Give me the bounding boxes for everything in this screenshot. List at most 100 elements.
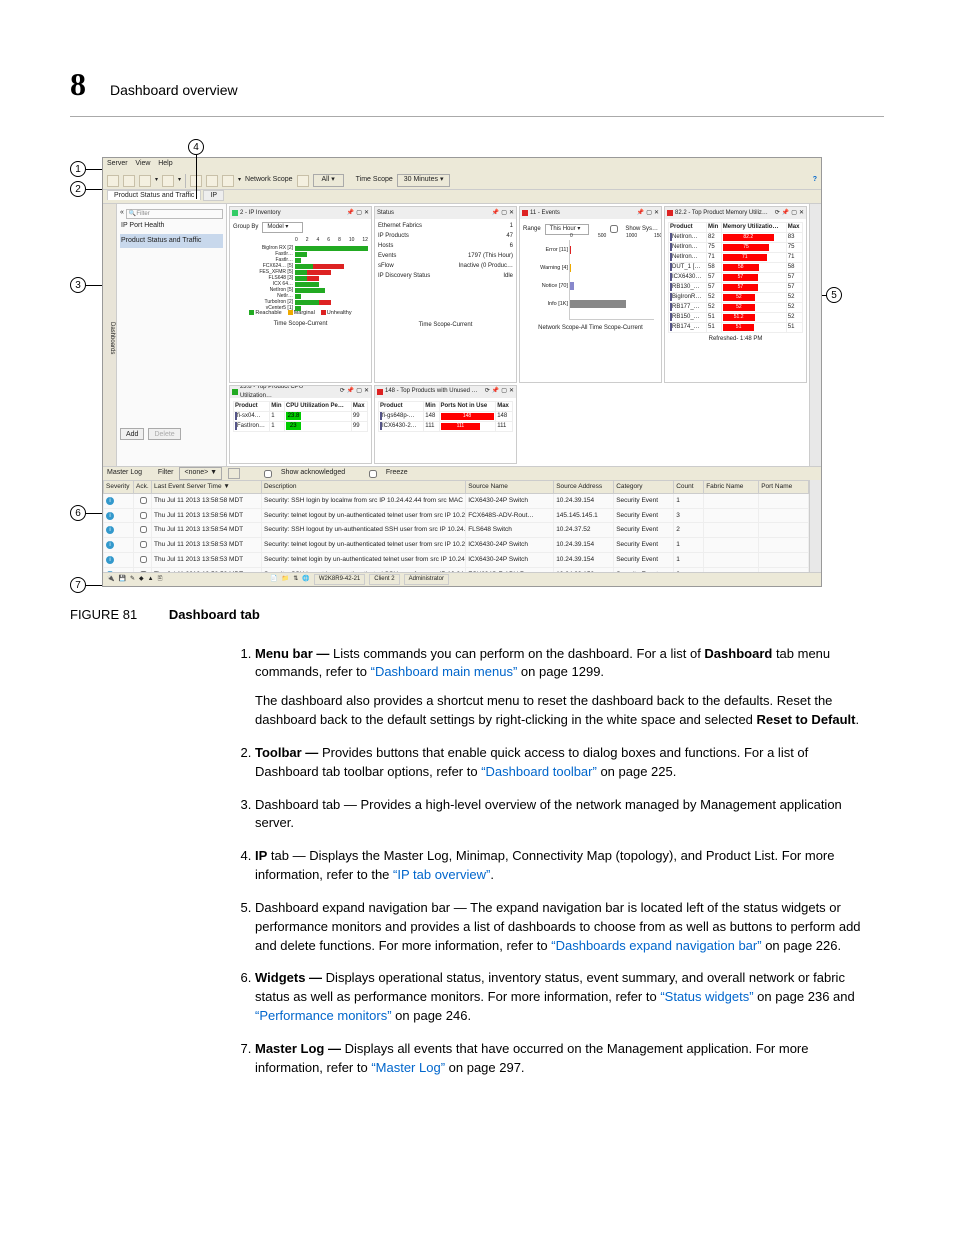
log-vertical-scrollbar[interactable]: [809, 480, 821, 587]
figure-title: Dashboard tab: [169, 607, 260, 622]
widget-max-icon[interactable]: ▢: [791, 209, 797, 218]
widget-max-icon[interactable]: ▢: [646, 209, 652, 218]
widget-pin-icon[interactable]: 📌: [782, 209, 789, 218]
groupby-select[interactable]: Model ▾: [262, 222, 303, 233]
status-icon-7[interactable]: 📄: [270, 575, 277, 584]
log-row[interactable]: iThu Jul 11 2013 13:58:54 MDTSecurity: S…: [104, 523, 809, 538]
link-dashboard-main-menus[interactable]: “Dashboard main menus”: [371, 664, 518, 679]
widget-cpu: 23.8 - Top Product CPU Utilization…⟳📌▢✕ …: [229, 385, 372, 464]
log-row[interactable]: iThu Jul 11 2013 13:58:56 MDTSecurity: t…: [104, 508, 809, 523]
master-log-table: SeverityAck.Last Event Server Time ▼Desc…: [103, 480, 809, 587]
status-icon-8[interactable]: 📁: [282, 575, 289, 584]
widget-close-icon[interactable]: ✕: [654, 209, 659, 218]
freeze-checkbox[interactable]: [369, 470, 377, 478]
time-scope-value[interactable]: 30 Minutes ▾: [397, 174, 451, 187]
figure-label: FIGURE 81: [70, 607, 137, 622]
status-server: W2K8R9-42-21: [314, 574, 365, 585]
log-row[interactable]: iThu Jul 11 2013 13:58:53 MDTSecurity: t…: [104, 552, 809, 567]
time-scope-label: Time Scope: [356, 175, 393, 186]
callout-7: 7: [70, 577, 86, 593]
nav-item[interactable]: IP Port Health: [120, 219, 223, 234]
show-ack-checkbox[interactable]: [264, 470, 272, 478]
status-user: Administrator: [404, 574, 449, 585]
status-icon-10[interactable]: 🌐: [302, 575, 309, 584]
show-sys-checkbox[interactable]: [610, 225, 618, 233]
status-client: Client 2: [369, 574, 399, 585]
chapter-title: Dashboard overview: [110, 80, 238, 101]
network-scope-value[interactable]: All ▾: [313, 174, 344, 187]
toolbar: ▾ ▾ ▾ Network Scope All ▾ Time Scope 30 …: [103, 172, 821, 190]
screenshot-figure: 1 2 3 4 5 6 7 Server View Help ▾ ▾: [70, 157, 884, 587]
link-status-widgets[interactable]: “Status widgets”: [660, 989, 753, 1004]
status-icon-6[interactable]: 🖹: [158, 575, 163, 584]
toolbar-icon-print[interactable]: [162, 175, 174, 187]
widget-pin-icon[interactable]: 📌: [492, 209, 499, 218]
master-log-header: Master Log Filter <none> ▼ Show acknowle…: [103, 466, 821, 480]
callout-4: 4: [188, 139, 204, 155]
widget-pin-icon[interactable]: 📌: [347, 209, 354, 218]
status-icon-4[interactable]: ◆: [139, 575, 144, 584]
log-filter-config-button[interactable]: [228, 468, 240, 479]
link-performance-monitors[interactable]: “Performance monitors”: [255, 1008, 392, 1023]
nav-search-input[interactable]: 🔍 Filter: [126, 209, 223, 219]
widget-color-icon: [522, 210, 528, 216]
status-icon-2[interactable]: 💾: [118, 575, 125, 584]
tab-dashboard[interactable]: Product Status and Traffic: [107, 190, 201, 200]
widget-color-icon: [232, 210, 238, 216]
link-dashboard-toolbar[interactable]: “Dashboard toolbar”: [481, 764, 597, 779]
status-icon-9[interactable]: ⇅: [293, 575, 298, 584]
page-header: 8 Dashboard overview: [70, 60, 884, 117]
widget-max-icon[interactable]: ▢: [356, 209, 362, 218]
desc-item-1: Menu bar — Lists commands you can perfor…: [255, 645, 874, 730]
menu-server[interactable]: Server: [107, 160, 128, 167]
widget-close-icon[interactable]: ✕: [364, 209, 369, 218]
toolbar-icon-2[interactable]: [123, 175, 135, 187]
log-row[interactable]: iThu Jul 11 2013 13:58:58 MDTSecurity: S…: [104, 493, 809, 508]
status-icon-3[interactable]: ✎: [130, 575, 135, 584]
sidebar-label[interactable]: Dashboards: [103, 204, 117, 466]
figure-caption: FIGURE 81 Dashboard tab: [70, 605, 884, 625]
widget-refresh-icon[interactable]: ⟳: [775, 209, 780, 218]
menu-help[interactable]: Help: [158, 160, 172, 167]
menu-bar[interactable]: Server View Help: [103, 158, 821, 172]
log-filter-select[interactable]: <none> ▼: [179, 467, 222, 480]
log-row[interactable]: iThu Jul 11 2013 13:58:53 MDTSecurity: t…: [104, 538, 809, 553]
menu-view[interactable]: View: [135, 160, 150, 167]
nav-delete-button[interactable]: Delete: [148, 428, 180, 440]
network-scope-label: Network Scope: [245, 175, 292, 186]
toolbar-icon-refresh[interactable]: [139, 175, 151, 187]
widget-close-icon[interactable]: ✕: [799, 209, 804, 218]
widgets-area: 2 - IP Inventory📌▢✕ Group By Model ▾ 024…: [227, 204, 809, 466]
link-master-log[interactable]: “Master Log”: [371, 1060, 445, 1075]
widget-max-icon[interactable]: ▢: [501, 209, 507, 218]
desc-item-5: Dashboard expand navigation bar — The ex…: [255, 899, 874, 956]
events-range-select[interactable]: This Hour ▾: [545, 224, 590, 235]
help-icon[interactable]: ?: [813, 175, 817, 186]
dashboard-nav: « 🔍 Filter IP Port HealthProduct Status …: [117, 204, 227, 466]
nav-collapse-icon[interactable]: «: [120, 208, 124, 219]
dashboard-body: Dashboards « 🔍 Filter IP Port HealthProd…: [103, 204, 821, 466]
toolbar-icon-1[interactable]: [107, 175, 119, 187]
dashboard-screenshot: Server View Help ▾ ▾ ▾ Network Scope All…: [102, 157, 822, 587]
tab-ip[interactable]: IP: [203, 190, 224, 201]
link-ip-tab-overview[interactable]: “IP tab overview”: [393, 867, 490, 882]
nav-add-button[interactable]: Add: [120, 428, 144, 440]
widget-unused-ports: 148 - Top Products with Unused …⟳📌▢✕ Pro…: [374, 385, 517, 464]
widget-status: Status📌▢✕ Ethernet Fabrics1IP Products47…: [374, 206, 517, 383]
widget-pin-icon[interactable]: 📌: [637, 209, 644, 218]
link-dashboards-expand-nav[interactable]: “Dashboards expand navigation bar”: [551, 938, 761, 953]
desc-item-7: Master Log — Displays all events that ha…: [255, 1040, 874, 1078]
network-scope-icon[interactable]: [297, 175, 309, 187]
description-list: Menu bar — Lists commands you can perfor…: [70, 645, 884, 1078]
widget-close-icon[interactable]: ✕: [509, 209, 514, 218]
vertical-scrollbar[interactable]: [809, 204, 821, 466]
tab-row: Product Status and Traffic IP: [103, 190, 821, 204]
toolbar-icon-7[interactable]: [222, 175, 234, 187]
status-icon-1[interactable]: 🔌: [107, 575, 114, 584]
callout-3: 3: [70, 277, 86, 293]
toolbar-icon-6[interactable]: [206, 175, 218, 187]
widget-color-icon: [377, 389, 383, 395]
nav-item[interactable]: Product Status and Traffic: [120, 234, 223, 249]
desc-item-2: Toolbar — Provides buttons that enable q…: [255, 744, 874, 782]
status-icon-5[interactable]: ▲: [148, 575, 154, 584]
